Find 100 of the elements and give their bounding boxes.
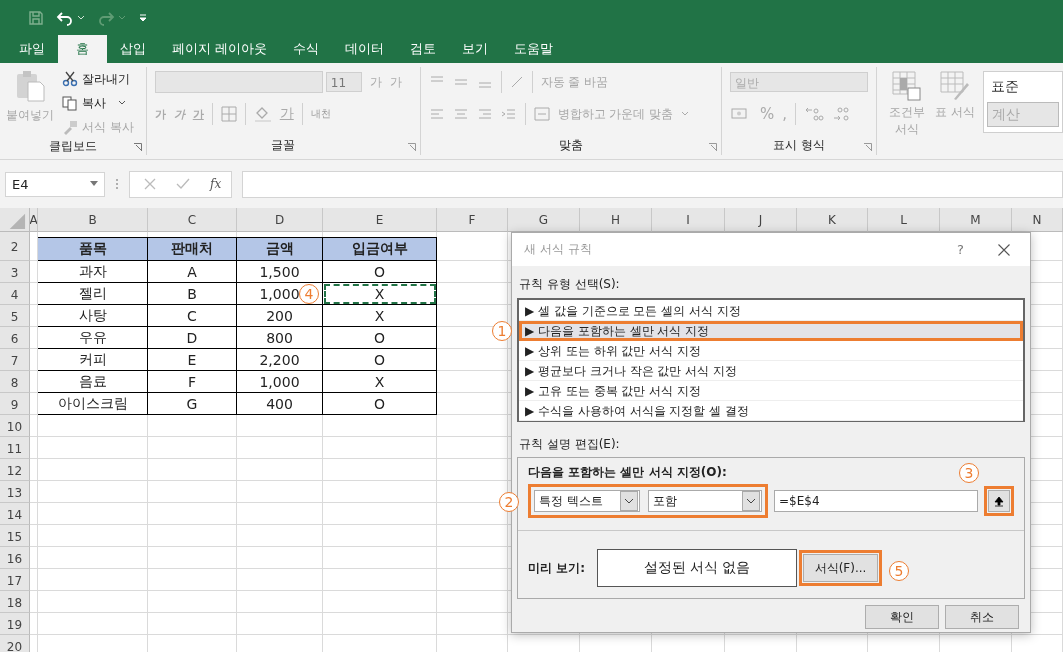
- ribbon-tab[interactable]: 검토: [397, 35, 449, 63]
- rule-type-item[interactable]: ▶ 고유 또는 중복 값만 서식 지정: [519, 381, 1023, 401]
- column-header[interactable]: E: [323, 208, 437, 232]
- dialog-button[interactable]: 취소: [945, 605, 1019, 629]
- row-header[interactable]: 8: [0, 371, 30, 393]
- clipboard-button[interactable]: 잘라내기: [62, 69, 134, 89]
- column-header[interactable]: M: [940, 208, 1012, 232]
- row-header[interactable]: 20: [0, 635, 30, 652]
- row-header[interactable]: 14: [0, 503, 30, 525]
- ribbon-tab[interactable]: 페이지 레이아웃: [159, 35, 280, 63]
- row-header[interactable]: 12: [0, 459, 30, 481]
- table-cell: G: [148, 393, 237, 415]
- column-header[interactable]: K: [797, 208, 868, 232]
- step-number: 5: [889, 561, 909, 581]
- clipboard-button[interactable]: 복사: [62, 93, 134, 113]
- check-icon[interactable]: [176, 178, 190, 190]
- column-header[interactable]: H: [580, 208, 652, 232]
- align-center-icon[interactable]: [452, 107, 469, 121]
- row-header[interactable]: 16: [0, 547, 30, 569]
- ribbon-tab[interactable]: 수식: [280, 35, 332, 63]
- formula-input[interactable]: [242, 170, 1063, 198]
- ribbon-tab[interactable]: 보기: [449, 35, 501, 63]
- orientation-icon[interactable]: [509, 75, 524, 89]
- launcher-icon[interactable]: [133, 143, 142, 151]
- row-header[interactable]: 19: [0, 613, 30, 635]
- row-header[interactable]: 9: [0, 393, 30, 415]
- column-header[interactable]: D: [237, 208, 323, 232]
- merge-cells-icon[interactable]: [533, 107, 550, 121]
- format-button[interactable]: 서식(F)...: [803, 554, 878, 582]
- align-left-icon[interactable]: [428, 107, 445, 121]
- align-right-icon[interactable]: [476, 107, 493, 121]
- group-label: 맞춤: [558, 136, 583, 154]
- insert-function-button[interactable]: fx: [210, 177, 222, 191]
- rule-type-item[interactable]: ▶ 상위 또는 하위 값만 서식 지정: [519, 341, 1023, 361]
- name-box-field[interactable]: E4: [5, 171, 105, 197]
- caret-icon[interactable]: [118, 14, 126, 21]
- column-header[interactable]: G: [508, 208, 580, 232]
- row-header[interactable]: 4: [0, 283, 30, 305]
- row-header[interactable]: 2: [0, 232, 30, 261]
- launcher-icon[interactable]: [864, 143, 872, 151]
- launcher-icon[interactable]: [709, 143, 717, 151]
- borders-icon[interactable]: [220, 106, 237, 122]
- cell-style-item[interactable]: 표준: [987, 75, 1059, 98]
- step-number: 4: [299, 284, 319, 304]
- rule-type-item[interactable]: ▶ 수식을 사용하여 서식을 지정할 셀 결정: [519, 401, 1023, 421]
- ribbon-tab[interactable]: 삽입: [107, 35, 159, 63]
- step-number: 3: [959, 463, 979, 483]
- ribbon-tab[interactable]: 도움말: [501, 35, 566, 63]
- undo-icon[interactable]: [56, 9, 74, 26]
- drag-handle-icon[interactable]: [115, 178, 119, 190]
- row-header[interactable]: 18: [0, 591, 30, 613]
- dialog-button[interactable]: 확인: [865, 605, 939, 629]
- row-header[interactable]: 5: [0, 305, 30, 327]
- close-icon[interactable]: [998, 243, 1010, 256]
- caret-icon[interactable]: [77, 14, 85, 21]
- ribbon-tab[interactable]: 홈: [58, 35, 107, 63]
- row-header[interactable]: 3: [0, 261, 30, 283]
- dropdown-arrow-button[interactable]: [620, 491, 638, 511]
- table-cell: 우유: [38, 327, 148, 349]
- ribbon-tab[interactable]: 데이터: [332, 35, 397, 63]
- row-header[interactable]: 13: [0, 481, 30, 503]
- table-cell: 400: [237, 393, 323, 415]
- conditional-format-icon: [892, 71, 922, 101]
- caret-icon[interactable]: [681, 111, 690, 117]
- customize-icon[interactable]: [138, 12, 148, 23]
- rule-heading: 다음을 포함하는 셀만 서식 지정(O):: [528, 464, 727, 481]
- dropdown-value: 특정 텍스트: [539, 492, 603, 510]
- column-header[interactable]: L: [868, 208, 940, 232]
- fill-bucket-icon[interactable]: [253, 106, 272, 122]
- cancel-icon[interactable]: [144, 178, 156, 190]
- column-header[interactable]: F: [437, 208, 508, 232]
- column-header[interactable]: C: [148, 208, 237, 232]
- row-header[interactable]: 15: [0, 525, 30, 547]
- row-header[interactable]: 10: [0, 415, 30, 437]
- row-header[interactable]: 6: [0, 327, 30, 349]
- select-all-icon[interactable]: [0, 208, 30, 232]
- table-cell: 음료: [38, 371, 148, 393]
- column-header[interactable]: B: [38, 208, 148, 232]
- row-header[interactable]: 11: [0, 437, 30, 459]
- redo-icon[interactable]: [97, 9, 115, 26]
- row-header[interactable]: 7: [0, 349, 30, 371]
- rule-type-item[interactable]: ▶ 평균보다 크거나 작은 값만 서식 지정: [519, 361, 1023, 381]
- column-header[interactable]: I: [652, 208, 725, 232]
- caret-icon[interactable]: [90, 181, 98, 187]
- font-size-box[interactable]: 11: [325, 72, 362, 92]
- table-cell: X: [323, 305, 437, 327]
- table-cell: O: [323, 349, 437, 371]
- ribbon-tab[interactable]: 파일: [6, 35, 58, 63]
- help-button[interactable]: ?: [957, 242, 964, 257]
- value-field[interactable]: =$E$4: [774, 490, 978, 512]
- launcher-icon[interactable]: [407, 143, 416, 151]
- indent-icon[interactable]: [500, 107, 517, 121]
- save-icon[interactable]: [28, 9, 44, 26]
- column-header[interactable]: J: [725, 208, 797, 232]
- column-header[interactable]: N: [1012, 208, 1063, 232]
- table-cell: E: [148, 349, 237, 371]
- font-name-box[interactable]: [154, 71, 323, 93]
- increase-decimal-icon[interactable]: [804, 106, 825, 122]
- dropdown-arrow-button[interactable]: [742, 491, 760, 511]
- row-header[interactable]: 17: [0, 569, 30, 591]
